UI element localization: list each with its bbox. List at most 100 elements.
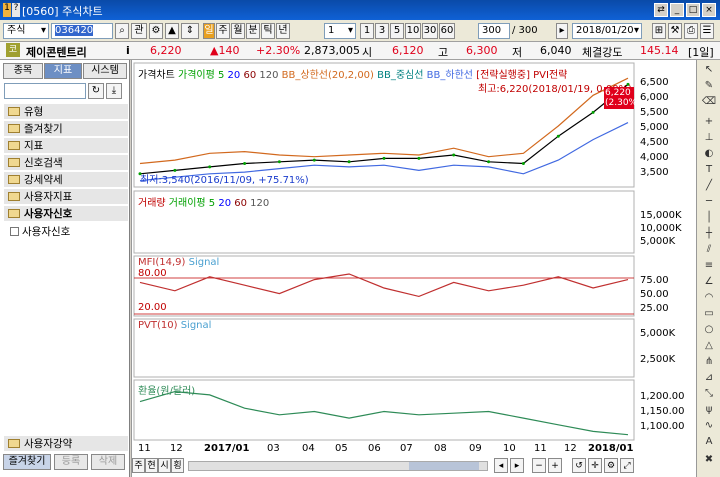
chart-area[interactable]: 가격차트 가격이평 5 20 60 120 BB_상한선(20,2,00) BB… bbox=[131, 60, 696, 477]
fx-panel bbox=[133, 379, 635, 441]
zoom-icon[interactable]: ⊞ bbox=[652, 23, 666, 39]
angle-icon[interactable]: ∠ bbox=[701, 276, 717, 289]
x-tick: 09 bbox=[469, 443, 482, 454]
delete-button[interactable]: 삭제 bbox=[91, 454, 125, 470]
chart-settings-icon[interactable]: ⚙ bbox=[604, 458, 618, 473]
circle-icon[interactable]: ◐ bbox=[701, 148, 717, 161]
count-input[interactable]: 300 bbox=[478, 23, 510, 39]
period-week[interactable]: 주 bbox=[216, 23, 230, 39]
period-year[interactable]: 년 bbox=[276, 23, 290, 39]
magnet-icon[interactable]: ⊥ bbox=[701, 132, 717, 145]
sidebar-subitem[interactable]: 사용자신호 bbox=[10, 224, 70, 239]
triangle-icon[interactable]: △ bbox=[701, 340, 717, 353]
indicator-search-input[interactable] bbox=[4, 83, 86, 99]
date-input[interactable]: 2018/01/20 ▾ bbox=[572, 23, 642, 39]
interval-10[interactable]: 10 bbox=[405, 23, 421, 39]
interval-select[interactable]: 1 ▾ bbox=[324, 23, 356, 39]
close-icon[interactable]: × bbox=[702, 3, 716, 17]
interval-3[interactable]: 3 bbox=[375, 23, 389, 39]
auto-icon[interactable]: A bbox=[701, 436, 717, 449]
tab-stocks[interactable]: 종목 bbox=[3, 63, 43, 79]
crosshair-icon[interactable]: ✛ bbox=[588, 458, 602, 473]
vertical-line-icon[interactable]: │ bbox=[701, 212, 717, 225]
delete-all-icon[interactable]: ✖ bbox=[701, 454, 717, 467]
help-icon[interactable]: ? bbox=[12, 3, 20, 17]
sidebar-item-favorites[interactable]: 즐겨찾기 bbox=[4, 121, 128, 137]
info-icon[interactable]: i bbox=[126, 44, 130, 57]
zoom-in-icon[interactable]: + bbox=[548, 458, 562, 473]
download-icon[interactable]: ⤓ bbox=[106, 83, 122, 99]
gann-icon[interactable]: ⊿ bbox=[701, 372, 717, 385]
interval-5[interactable]: 5 bbox=[390, 23, 404, 39]
cursor-icon[interactable]: ↖ bbox=[701, 64, 717, 77]
regression-icon[interactable]: ⤡ bbox=[701, 388, 717, 401]
pvt-tick: 2,500K bbox=[640, 354, 676, 365]
price-tag: 6,220 (2.30%) bbox=[604, 87, 641, 109]
tab-indicators[interactable]: 지표 bbox=[44, 63, 82, 79]
view-time-button[interactable]: 시 bbox=[158, 458, 171, 473]
link-icon[interactable]: ⇄ bbox=[654, 3, 668, 17]
view-current-button[interactable]: 현 bbox=[145, 458, 158, 473]
maximize-icon[interactable]: □ bbox=[686, 3, 700, 17]
sidebar-item-indicators[interactable]: 지표 bbox=[4, 138, 128, 154]
code-stepper-up-icon[interactable]: ▲ bbox=[165, 23, 179, 39]
zoom-out-icon[interactable]: − bbox=[532, 458, 546, 473]
chart-canvas[interactable] bbox=[132, 60, 697, 477]
view-week-button[interactable]: 주 bbox=[132, 458, 145, 473]
fan-icon[interactable]: ⋔ bbox=[701, 356, 717, 369]
trendline-icon[interactable]: ╱ bbox=[701, 180, 717, 193]
scroll-right-icon[interactable]: ▸ bbox=[510, 458, 524, 473]
interval-60[interactable]: 60 bbox=[439, 23, 455, 39]
sidebar-item-strength[interactable]: 강세약세 bbox=[4, 172, 128, 188]
period-minute[interactable]: 분 bbox=[246, 23, 260, 39]
search-icon[interactable]: ⌕ bbox=[115, 23, 129, 39]
arc-icon[interactable]: ◠ bbox=[701, 292, 717, 305]
pen-icon[interactable]: ✎ bbox=[701, 80, 717, 93]
period-tick[interactable]: 틱 bbox=[261, 23, 275, 39]
fibonacci-icon[interactable]: ≡ bbox=[701, 260, 717, 273]
eraser-icon[interactable]: ⌫ bbox=[701, 96, 717, 109]
sidebar-item-user-signals[interactable]: 사용자신호 bbox=[4, 206, 128, 222]
chart-scrollbar[interactable] bbox=[188, 461, 488, 471]
view-horizontal-button[interactable]: 횡 bbox=[171, 458, 184, 473]
rectangle-icon[interactable]: ▭ bbox=[701, 308, 717, 321]
tab-systems[interactable]: 시스템 bbox=[83, 63, 127, 79]
sidebar-item-signal-search[interactable]: 신호검색 bbox=[4, 155, 128, 171]
print-icon[interactable]: ⎙ bbox=[684, 23, 698, 39]
scroll-thumb[interactable] bbox=[409, 462, 479, 470]
minimize-icon[interactable]: _ bbox=[670, 3, 684, 17]
fit-screen-icon[interactable]: ⤢ bbox=[620, 458, 634, 473]
day-button[interactable]: 일 bbox=[203, 23, 215, 39]
interval-30[interactable]: 30 bbox=[422, 23, 438, 39]
cross-line-icon[interactable]: ┼ bbox=[701, 228, 717, 241]
period-month[interactable]: 월 bbox=[231, 23, 245, 39]
window-icon-1[interactable]: 1 bbox=[3, 3, 11, 17]
refresh-icon[interactable]: ↻ bbox=[88, 83, 104, 99]
tab-favorites[interactable]: 즐겨찾기 bbox=[3, 454, 51, 470]
market-select[interactable]: 주식 ▾ bbox=[3, 23, 49, 39]
pitchfork-icon[interactable]: ψ bbox=[701, 404, 717, 417]
horizontal-line-icon[interactable]: ─ bbox=[701, 196, 717, 209]
sidebar-item-user-strength[interactable]: 사용자강약 bbox=[4, 436, 128, 452]
count-apply-icon[interactable]: ▸ bbox=[556, 23, 568, 39]
options-icon[interactable]: ☰ bbox=[700, 23, 714, 39]
code-stepper-down-icon[interactable]: ⇕ bbox=[181, 23, 199, 39]
sidebar-item-user-indicators[interactable]: 사용자지표 bbox=[4, 189, 128, 205]
sidebar-item-type[interactable]: 유형 bbox=[4, 104, 128, 120]
settings-icon[interactable]: ⚙ bbox=[149, 23, 163, 39]
cycle-icon[interactable]: ∿ bbox=[701, 420, 717, 433]
mfi-tick: 50.00 bbox=[640, 289, 669, 300]
x-tick: 2017/01 bbox=[204, 443, 250, 454]
text-tool-icon[interactable]: T bbox=[701, 164, 717, 177]
register-button[interactable]: 등록 bbox=[54, 454, 88, 470]
channel-icon[interactable]: ⫽ bbox=[701, 244, 717, 257]
scroll-left-icon[interactable]: ◂ bbox=[494, 458, 508, 473]
interval-1[interactable]: 1 bbox=[360, 23, 374, 39]
favorite-button[interactable]: 관 bbox=[131, 23, 147, 39]
crosshair-tool-icon[interactable]: + bbox=[701, 116, 717, 129]
ellipse-icon[interactable]: ○ bbox=[701, 324, 717, 337]
tools-icon[interactable]: ⚒ bbox=[668, 23, 682, 39]
reset-view-icon[interactable]: ↺ bbox=[572, 458, 586, 473]
mfi-level-label: 20.00 bbox=[138, 302, 167, 313]
stock-code-input[interactable]: 036420 bbox=[51, 23, 113, 39]
